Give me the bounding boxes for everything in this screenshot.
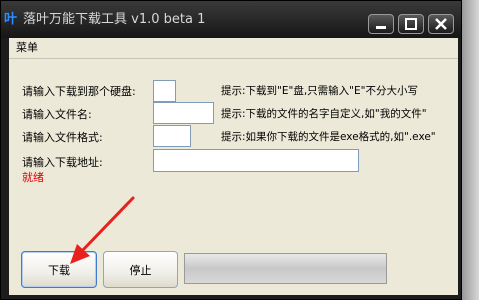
close-button[interactable] [428, 14, 454, 34]
minimize-icon [376, 26, 386, 29]
format-label: 请输入文件格式: [22, 131, 103, 144]
maximize-icon [405, 18, 417, 30]
filename-hint: 提示:下载的文件的名字自定义,如"我的文件" [221, 108, 427, 120]
status-text: 就绪 [22, 171, 44, 184]
close-icon [435, 18, 447, 30]
app-icon: 叶 [4, 12, 18, 27]
format-hint: 提示:如果你下载的文件是exe格式的,如".exe" [221, 131, 436, 143]
window-title: 落叶万能下载工具 v1.0 beta 1 [23, 12, 206, 27]
drive-input[interactable] [153, 80, 176, 102]
filename-label: 请输入文件名: [22, 108, 92, 121]
minimize-button[interactable] [368, 14, 394, 34]
form-panel: 请输入下载到那个硬盘: 提示:下载到"E"盘,只需输入"E"不分大小写 请输入文… [9, 59, 458, 295]
download-button-label: 下载 [48, 263, 70, 277]
stop-button-label: 停止 [129, 263, 152, 277]
download-progress-bar [184, 253, 387, 284]
menu-item-main[interactable]: 菜单 [16, 41, 38, 55]
app-window: 叶 落叶万能下载工具 v1.0 beta 1 菜单 请输入下载到那个硬盘: 提示… [0, 0, 462, 300]
filename-input[interactable] [153, 102, 214, 124]
menu-bar: 菜单 [9, 38, 458, 59]
url-label: 请输入下载地址: [22, 156, 103, 169]
drive-hint: 提示:下载到"E"盘,只需输入"E"不分大小写 [221, 85, 418, 97]
maximize-button[interactable] [398, 14, 424, 34]
download-button[interactable]: 下载 [21, 251, 97, 288]
url-input[interactable] [153, 149, 359, 172]
stop-button[interactable]: 停止 [103, 251, 178, 288]
drive-label: 请输入下载到那个硬盘: [22, 85, 136, 98]
title-bar[interactable]: 叶 落叶万能下载工具 v1.0 beta 1 [1, 1, 461, 38]
format-input[interactable] [153, 125, 191, 147]
